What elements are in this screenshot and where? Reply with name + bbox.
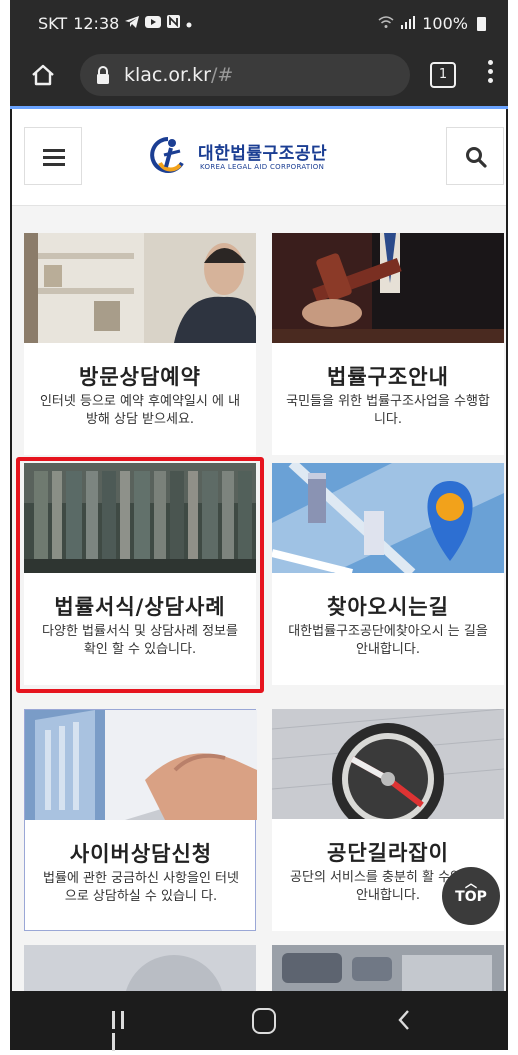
youtube-icon bbox=[145, 15, 162, 32]
card-directions[interactable]: 찾아오시는길 대한법률구조공단에찾아오시 는 길을 안내합니다. bbox=[272, 463, 504, 685]
signal-icon bbox=[400, 14, 416, 33]
chevron-up-icon: ︿ bbox=[464, 876, 477, 890]
card-title: 공단길라잡이 bbox=[327, 841, 449, 865]
card-description: 법률에 관한 궁금하신 사항을인 터넷으로 상담하실 수 있습니 다. bbox=[43, 871, 239, 904]
system-navigation-bar bbox=[10, 991, 508, 1051]
card-partial[interactable] bbox=[272, 945, 504, 991]
card-visit-reservation[interactable]: 방문상담예약 인터넷 등으로 예약 후예약일시 에 내방해 상담 받으세요. bbox=[24, 233, 256, 455]
logo-mark-icon bbox=[150, 137, 184, 173]
menu-button[interactable] bbox=[24, 127, 82, 185]
card-partial[interactable] bbox=[24, 945, 256, 991]
consultation-photo bbox=[24, 233, 256, 343]
map-illustration bbox=[272, 463, 504, 573]
dot-icon bbox=[186, 16, 192, 32]
wifi-icon bbox=[378, 14, 394, 33]
clock: 12:38 bbox=[73, 14, 120, 33]
carrier-label: SKT bbox=[38, 14, 68, 33]
url-host: klac.or.kr bbox=[124, 64, 211, 86]
hamburger-icon bbox=[43, 149, 65, 170]
more-menu-icon[interactable] bbox=[486, 60, 494, 90]
site-header: 대한법률구조공단 KOREA LEGAL AID CORPORATION bbox=[12, 109, 506, 206]
tab-switcher-button[interactable]: 1 bbox=[430, 62, 456, 88]
compass-photo bbox=[272, 709, 504, 819]
card-title: 법률구조안내 bbox=[327, 365, 449, 389]
web-content: 대한법률구조공단 KOREA LEGAL AID CORPORATION 방문상… bbox=[12, 109, 506, 991]
battery-icon bbox=[477, 16, 486, 31]
back-icon[interactable] bbox=[394, 1007, 414, 1033]
url-text: klac.or.kr/# bbox=[124, 64, 233, 86]
site-logo[interactable]: 대한법률구조공단 KOREA LEGAL AID CORPORATION bbox=[150, 133, 370, 179]
card-legal-aid-info[interactable]: 법률구조안내 국민들을 위한 법률구조사업을 수행합니다. bbox=[272, 233, 504, 455]
card-cyber-consultation[interactable]: 사이버상담신청 법률에 관한 궁금하신 사항을인 터넷으로 상담하실 수 있습니… bbox=[24, 709, 257, 931]
card-title: 사이버상담신청 bbox=[69, 842, 213, 866]
typing-photo bbox=[25, 710, 257, 820]
recent-apps-icon[interactable] bbox=[112, 1011, 138, 1051]
lock-icon bbox=[96, 65, 110, 85]
n-icon bbox=[167, 15, 181, 32]
browser-toolbar: klac.or.kr/# 1 bbox=[10, 44, 508, 106]
logo-english-text: KOREA LEGAL AID CORPORATION bbox=[200, 163, 325, 171]
highlight-box bbox=[16, 457, 264, 693]
search-icon bbox=[466, 147, 487, 168]
gavel-photo bbox=[272, 233, 504, 343]
search-button[interactable] bbox=[446, 127, 504, 185]
telegram-icon bbox=[125, 15, 140, 32]
logo-korean-text: 대한법률구조공단 bbox=[198, 144, 328, 164]
scroll-to-top-button[interactable]: ︿ TOP bbox=[442, 867, 500, 925]
url-path: /# bbox=[210, 64, 234, 86]
battery-percent: 100% bbox=[422, 14, 468, 33]
card-description: 국민들을 위한 법률구조사업을 수행합니다. bbox=[286, 394, 490, 427]
home-icon[interactable] bbox=[30, 62, 56, 88]
card-title: 찾아오시는길 bbox=[327, 595, 449, 619]
top-label: TOP bbox=[455, 889, 487, 905]
card-description: 인터넷 등으로 예약 후예약일시 에 내방해 상담 받으세요. bbox=[39, 394, 241, 427]
card-title: 방문상담예약 bbox=[79, 365, 201, 389]
card-description: 대한법률구조공단에찾아오시 는 길을 안내합니다. bbox=[288, 624, 488, 657]
url-bar[interactable]: klac.or.kr/# bbox=[80, 54, 410, 96]
status-bar: SKT 12:38 100% bbox=[10, 0, 508, 44]
home-nav-icon[interactable] bbox=[252, 1008, 276, 1034]
